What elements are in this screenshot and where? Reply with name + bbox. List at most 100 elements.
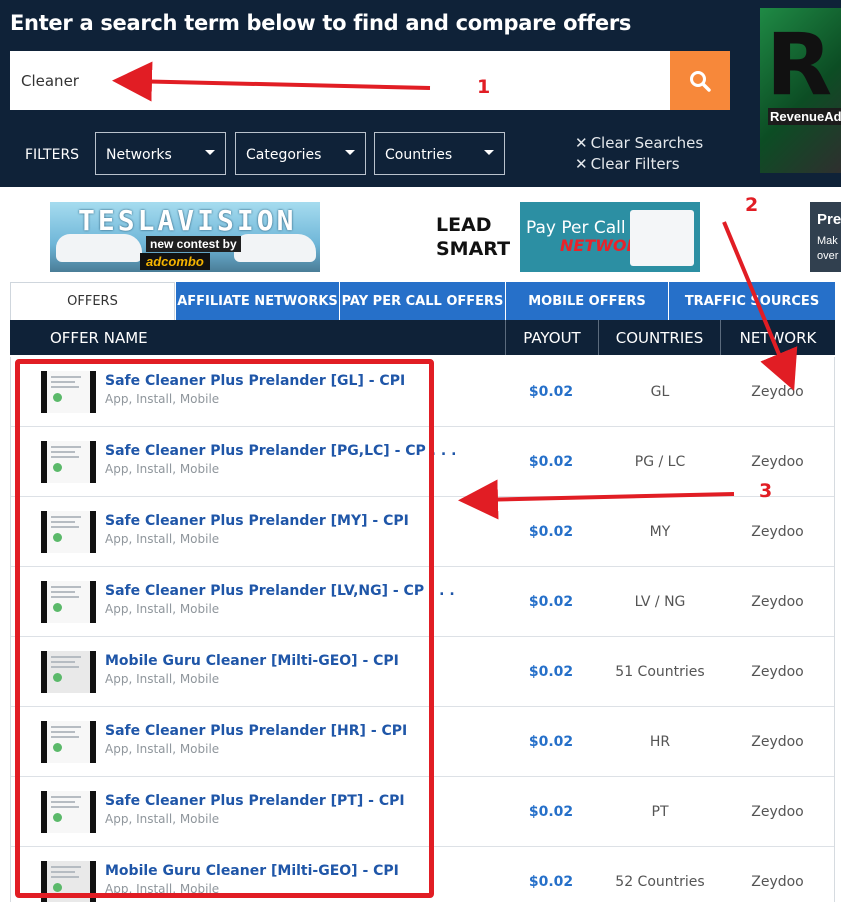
- leadsmart-banner[interactable]: LEAD SMART Pay Per Call NETWORK: [430, 202, 700, 272]
- tab-mobile-offers[interactable]: MOBILE OFFERS: [505, 282, 668, 320]
- offer-name-link[interactable]: Safe Cleaner Plus Prelander [GL] - CPI: [105, 373, 405, 389]
- offer-tags: App, Install, Mobile: [105, 532, 220, 546]
- column-countries[interactable]: COUNTRIES: [598, 320, 720, 355]
- search-header: Enter a search term below to find and co…: [0, 0, 841, 187]
- tab-offers[interactable]: OFFERS: [10, 282, 175, 320]
- chevron-down-icon: [484, 150, 494, 155]
- offer-countries: 51 Countries: [615, 664, 705, 680]
- offer-thumbnail: [41, 441, 96, 483]
- column-payout[interactable]: PAYOUT: [505, 320, 598, 355]
- chevron-down-icon: [345, 150, 355, 155]
- offer-network: Zeydoo: [751, 454, 804, 470]
- table-row[interactable]: Safe Cleaner Plus Prelander [LV,NG] - CP…: [11, 567, 834, 637]
- offers-table-body: Safe Cleaner Plus Prelander [GL] - CPI A…: [10, 357, 835, 902]
- offer-name-link[interactable]: Safe Cleaner Plus Prelander [PT] - CPI: [105, 793, 405, 809]
- close-icon: ✕: [575, 155, 588, 173]
- partial-banner-line2: over: [817, 250, 839, 262]
- offer-thumbnail: [41, 511, 96, 553]
- categories-select[interactable]: Categories: [235, 132, 366, 175]
- table-row[interactable]: Safe Cleaner Plus Prelander [MY] - CPI A…: [11, 497, 834, 567]
- column-network[interactable]: NETWORK: [720, 320, 835, 355]
- teslavision-banner[interactable]: TESLAVISION new contest by adcombo: [50, 202, 320, 272]
- revenueads-logo-text: RevenueAds: [768, 108, 841, 125]
- countries-select[interactable]: Countries: [374, 132, 505, 175]
- offer-tags: App, Install, Mobile: [105, 602, 220, 616]
- offer-tags: App, Install, Mobile: [105, 672, 220, 686]
- table-row[interactable]: Mobile Guru Cleaner [Milti-GEO] - CPI Ap…: [11, 847, 834, 902]
- clear-searches-link[interactable]: ✕ Clear Searches: [575, 134, 703, 152]
- offer-tabs: OFFERS AFFILIATE NETWORKS PAY PER CALL O…: [10, 282, 835, 320]
- offer-countries: LV / NG: [634, 594, 686, 610]
- leadsmart-logo-top: LEAD: [436, 214, 492, 236]
- partial-banner-text: Mak over: [817, 234, 838, 264]
- offer-name-link[interactable]: Safe Cleaner Plus Prelander [MY] - CPI: [105, 513, 409, 529]
- clear-filters-link[interactable]: ✕ Clear Filters: [575, 155, 680, 173]
- search-button[interactable]: [670, 51, 730, 110]
- offer-payout: $0.02: [528, 804, 574, 820]
- car-image: [56, 234, 142, 262]
- annotation-number: 1: [477, 76, 491, 98]
- offer-thumbnail: [41, 651, 96, 693]
- search-icon: [690, 70, 711, 92]
- offer-network: Zeydoo: [751, 734, 804, 750]
- tab-pay-per-call-offers[interactable]: PAY PER CALL OFFERS: [339, 282, 505, 320]
- partial-banner-line1: Mak: [817, 235, 838, 247]
- offer-thumbnail: [41, 791, 96, 833]
- offer-payout: $0.02: [528, 594, 574, 610]
- revenueads-logo-letter: R: [766, 15, 833, 115]
- offer-countries: GL: [650, 384, 670, 400]
- table-row[interactable]: Safe Cleaner Plus Prelander [PT] - CPI A…: [11, 777, 834, 847]
- networks-select[interactable]: Networks: [95, 132, 226, 175]
- table-row[interactable]: Mobile Guru Cleaner [Milti-GEO] - CPI Ap…: [11, 637, 834, 707]
- offer-name-link[interactable]: Mobile Guru Cleaner [Milti-GEO] - CPI: [105, 863, 399, 879]
- table-row[interactable]: Safe Cleaner Plus Prelander [HR] - CPI A…: [11, 707, 834, 777]
- offer-network: Zeydoo: [751, 804, 804, 820]
- offer-thumbnail: [41, 371, 96, 413]
- table-row[interactable]: Safe Cleaner Plus Prelander [PG,LC] - CP…: [11, 427, 834, 497]
- teslavision-brand: adcombo: [140, 253, 210, 270]
- offer-tags: App, Install, Mobile: [105, 882, 220, 896]
- clear-filters-label: Clear Filters: [590, 155, 680, 173]
- offer-countries: PG / LC: [634, 454, 686, 470]
- table-row[interactable]: Safe Cleaner Plus Prelander [GL] - CPI A…: [11, 357, 834, 427]
- offer-network: Zeydoo: [751, 594, 804, 610]
- tab-affiliate-networks[interactable]: AFFILIATE NETWORKS: [175, 282, 339, 320]
- offer-tags: App, Install, Mobile: [105, 812, 220, 826]
- offer-network: Zeydoo: [751, 664, 804, 680]
- offer-payout: $0.02: [528, 874, 574, 890]
- teslavision-title: TESLAVISION: [78, 204, 297, 237]
- dashboard-image: [630, 210, 694, 266]
- page-title: Enter a search term below to find and co…: [10, 11, 632, 35]
- offer-network: Zeydoo: [751, 384, 804, 400]
- offer-payout: $0.02: [528, 734, 574, 750]
- close-icon: ✕: [575, 134, 588, 152]
- offer-thumbnail: [41, 581, 96, 623]
- offer-network: Zeydoo: [751, 524, 804, 540]
- tab-traffic-sources[interactable]: TRAFFIC SOURCES: [668, 282, 835, 320]
- leadsmart-line1: Pay Per Call: [526, 218, 626, 238]
- offer-name-link[interactable]: Safe Cleaner Plus Prelander [LV,NG] - CP…: [105, 583, 455, 599]
- chevron-down-icon: [205, 150, 215, 155]
- car-image: [234, 234, 316, 262]
- categories-select-label: Categories: [246, 147, 322, 163]
- countries-select-label: Countries: [385, 147, 453, 163]
- offer-payout: $0.02: [528, 664, 574, 680]
- offer-thumbnail: [41, 861, 96, 902]
- offer-name-link[interactable]: Safe Cleaner Plus Prelander [PG,LC] - CP…: [105, 443, 456, 459]
- offer-tags: App, Install, Mobile: [105, 392, 220, 406]
- partial-banner[interactable]: Pre Mak over: [810, 202, 841, 272]
- teslavision-tag: new contest by: [146, 236, 241, 252]
- column-offer-name[interactable]: OFFER NAME: [10, 320, 505, 355]
- annotation-number: 3: [759, 480, 773, 502]
- offer-countries: HR: [649, 734, 671, 750]
- leadsmart-logo: LEAD SMART: [430, 202, 520, 272]
- offer-name-link[interactable]: Safe Cleaner Plus Prelander [HR] - CPI: [105, 723, 407, 739]
- offer-name-link[interactable]: Mobile Guru Cleaner [Milti-GEO] - CPI: [105, 653, 399, 669]
- search-input[interactable]: [10, 51, 670, 110]
- offer-network: Zeydoo: [751, 874, 804, 890]
- offer-countries: 52 Countries: [615, 874, 705, 890]
- filters-label: FILTERS: [25, 147, 80, 163]
- revenueads-banner[interactable]: R RevenueAds: [760, 8, 841, 173]
- offer-thumbnail: [41, 721, 96, 763]
- offer-payout: $0.02: [528, 384, 574, 400]
